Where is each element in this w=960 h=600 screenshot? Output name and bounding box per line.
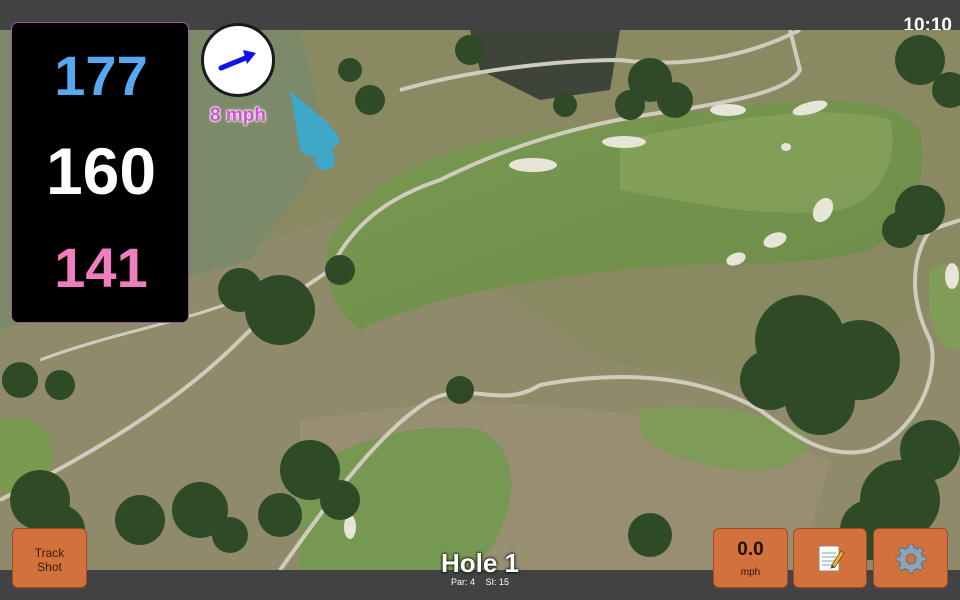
wind-speed: 8 mph <box>210 105 266 126</box>
hole-par: Par: 4 <box>450 577 475 587</box>
middle-distance: 160 <box>45 134 157 208</box>
wind-indicator <box>201 23 275 97</box>
speed-button[interactable]: 0.0 mph <box>713 528 788 588</box>
settings-button[interactable] <box>873 528 948 588</box>
track-shot-label-line1: Track <box>34 546 65 560</box>
hole-stroke-index: SI: 15 <box>485 577 510 587</box>
back-distance: 177 <box>54 44 148 107</box>
notepad-icon <box>818 545 845 572</box>
front-distance: 141 <box>54 236 148 299</box>
hole-title: Hole 1 <box>440 548 520 578</box>
distance-panel: 177 160 141 <box>11 22 189 323</box>
wind-direction-arrow-icon <box>218 50 256 71</box>
notes-button[interactable] <box>793 528 867 588</box>
track-shot-button[interactable]: Track Shot <box>12 528 87 588</box>
gear-icon <box>895 543 926 574</box>
speed-value: 0.0 <box>737 539 764 560</box>
hole-info: Par: 4 SI: 15 <box>380 577 580 587</box>
speed-unit: mph <box>740 567 761 578</box>
track-shot-label-line2: Shot <box>37 560 62 574</box>
